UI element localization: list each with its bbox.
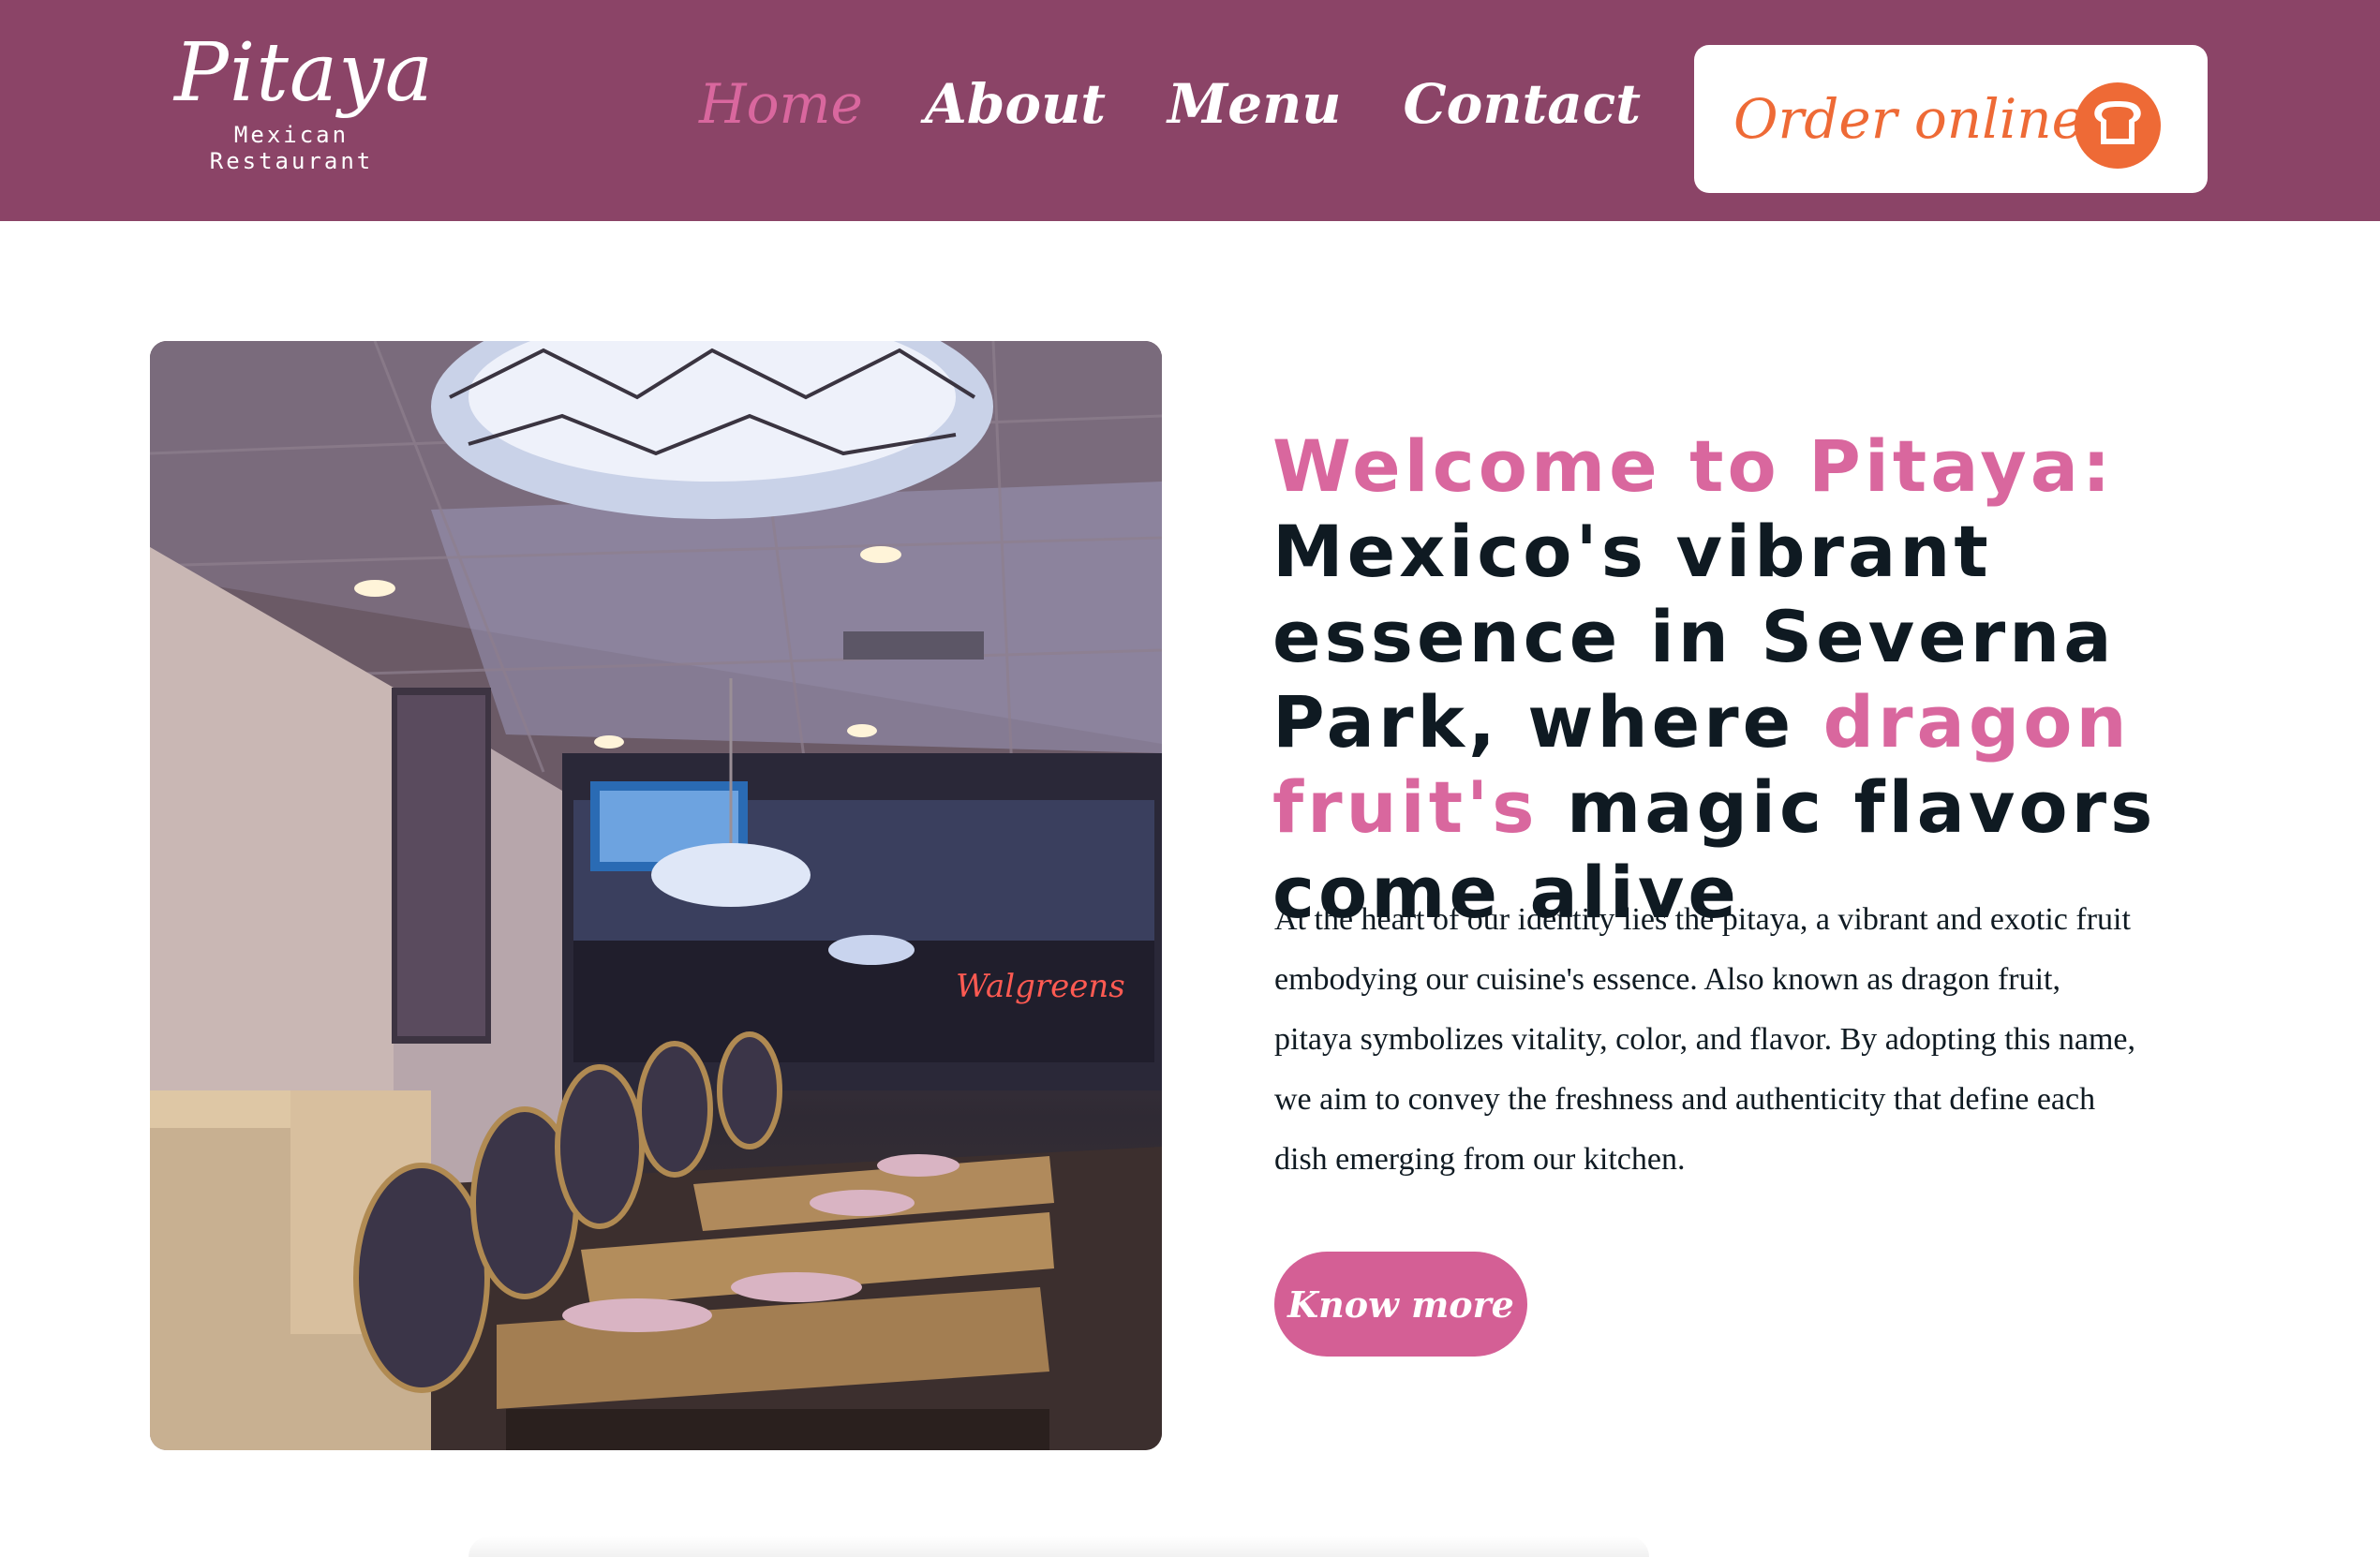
order-online-button[interactable]: Order online xyxy=(1694,45,2208,193)
nav-home[interactable]: Home xyxy=(699,72,863,136)
nav-contact[interactable]: Contact xyxy=(1403,72,1641,136)
headline-welcome: Welcome to Pitaya: xyxy=(1272,424,2115,508)
nav-menu[interactable]: Menu xyxy=(1168,72,1341,136)
hero-headline: Welcome to Pitaya: Mexico's vibrant esse… xyxy=(1272,423,2209,935)
restaurant-interior-image: Walgreens xyxy=(150,341,1162,1450)
main-nav: Home About Menu Contact xyxy=(699,62,1641,146)
next-section-edge xyxy=(469,1536,1649,1557)
logo[interactable]: Pitaya Mexican Restaurant xyxy=(174,26,435,174)
logo-name: Pitaya xyxy=(174,26,435,120)
logo-tagline: Mexican Restaurant xyxy=(209,122,374,174)
intro-paragraph: At the heart of our identity lies the pi… xyxy=(1274,902,2135,1177)
toast-icon xyxy=(2075,82,2161,169)
nav-about[interactable]: About xyxy=(925,72,1106,136)
know-more-button[interactable]: Know more xyxy=(1274,1252,1527,1357)
site-header: Pitaya Mexican Restaurant Home About Men… xyxy=(0,0,2380,221)
order-online-label: Order online xyxy=(1733,87,2084,151)
svg-text:Walgreens: Walgreens xyxy=(956,968,1125,1005)
